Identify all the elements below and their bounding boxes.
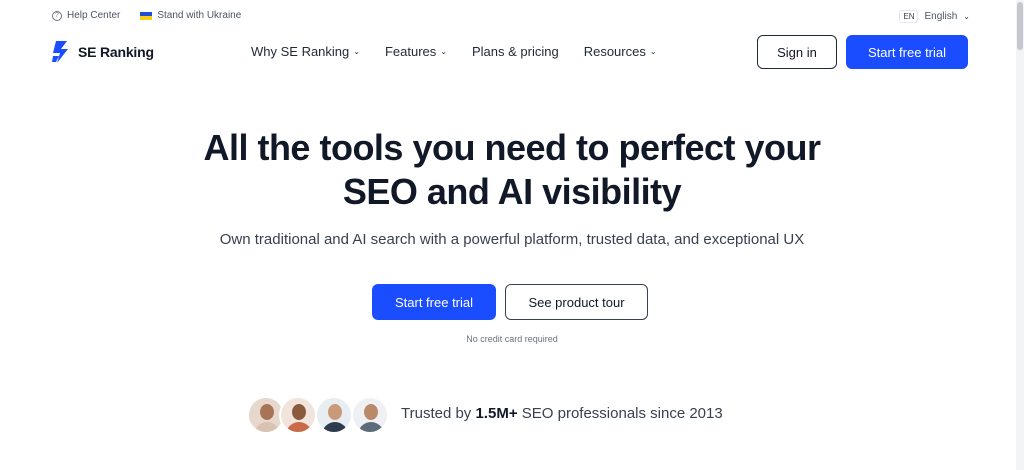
start-free-trial-hero-button[interactable]: Start free trial [372,284,496,320]
help-center-label: Help Center [67,10,121,21]
logo[interactable]: SE Ranking [52,41,154,63]
avatar [351,396,389,434]
logo-text: SE Ranking [78,44,154,60]
ukraine-label: Stand with Ukraine [157,10,242,21]
see-product-tour-button[interactable]: See product tour [505,284,648,320]
nav-item-plans-pricing[interactable]: Plans & pricing [472,44,559,59]
nav-item-label: Plans & pricing [471,44,559,59]
nav-item-why-se-ranking[interactable]: Why SE Ranking ⌄ [251,44,360,59]
avatar [279,396,317,434]
hero-subtitle: Own traditional and AI search with a pow… [219,231,805,248]
language-code-badge: EN [899,10,919,23]
main-navigation: SE Ranking Why SE Ranking ⌄ Features ⌄ P… [0,33,1024,73]
nav-item-resources[interactable]: Resources ⌄ [584,44,657,59]
trust-suffix: SEO professionals since 2013 [517,405,723,422]
nav-item-label: Resources [583,44,646,59]
trust-statement: Trusted by 1.5M+ SEO professionals since… [401,405,723,422]
trust-count: 1.5M+ [475,405,518,422]
hero-title: All the tools you need to perfect your S… [0,126,1024,214]
language-selector[interactable]: EN English ⌄ [899,10,970,23]
chevron-down-icon: ⌄ [353,47,360,56]
stand-with-ukraine-link[interactable]: Stand with Ukraine [140,10,241,21]
start-free-trial-nav-button[interactable]: Start free trial [846,35,968,69]
no-credit-card-note: No credit card required [466,334,558,344]
nav-item-features[interactable]: Features ⌄ [385,44,447,59]
trust-prefix: Trusted by [401,405,476,422]
nav-menu: Why SE Ranking ⌄ Features ⌄ Plans & pric… [251,44,657,59]
chevron-down-icon: ⌄ [649,47,657,56]
help-center-link[interactable]: ? Help Center [52,10,120,21]
customer-avatars [247,396,389,434]
chevron-down-icon: ⌄ [963,12,970,21]
help-circle-icon: ? [52,10,62,21]
sign-in-button[interactable]: Sign in [757,35,837,69]
hero-title-line-2: SEO and AI visibility [342,171,682,212]
chevron-down-icon: ⌄ [440,47,447,56]
hero-title-line-1: All the tools you need to perfect your [203,127,821,168]
se-ranking-logo-icon [52,41,72,63]
nav-item-label: Why SE Ranking [251,44,350,59]
ukraine-flag-icon [140,11,153,20]
language-label: English [924,11,958,22]
nav-item-label: Features [384,44,437,59]
avatar [315,396,353,434]
top-utility-bar: ? Help Center Stand with Ukraine EN Engl… [0,8,1024,28]
